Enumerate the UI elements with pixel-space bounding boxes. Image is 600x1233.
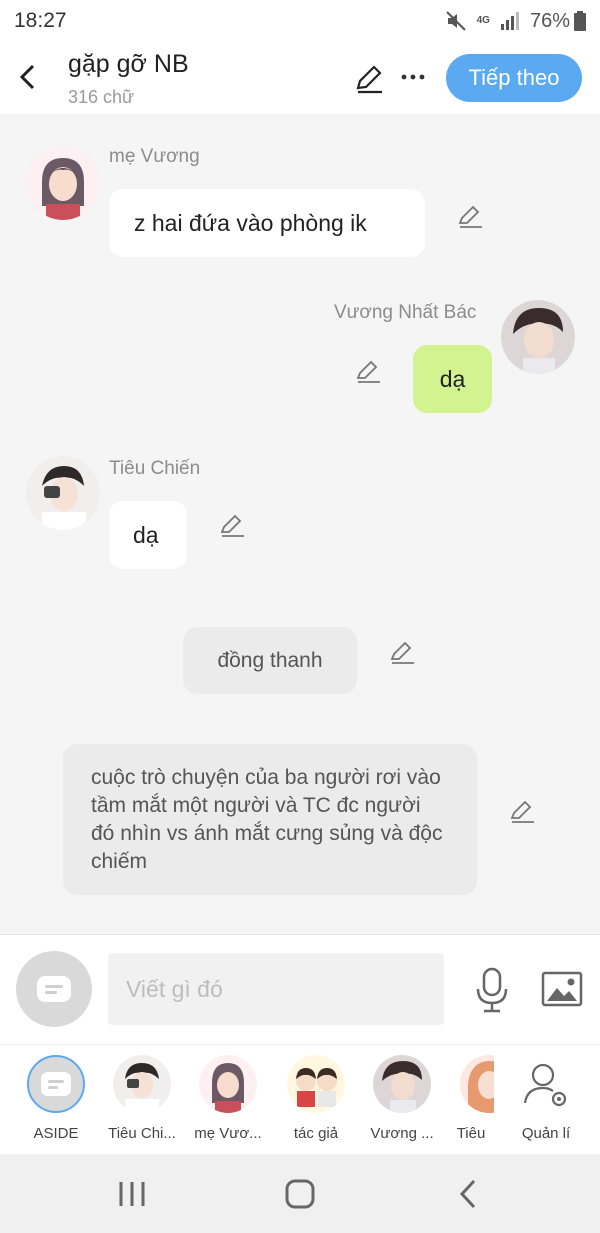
manage-characters-button[interactable]: Quản lí [506,1055,586,1142]
status-time: 18:27 [14,9,67,32]
image-icon [541,971,583,1007]
aside-toggle-button[interactable] [16,951,92,1027]
pencil-icon [356,65,382,94]
recents-button[interactable] [112,1176,152,1212]
message-bubble[interactable]: dạ [109,501,187,569]
avatar [460,1055,494,1113]
mute-icon [445,10,467,32]
message-bubble[interactable]: dạ [413,345,492,413]
battery-icon [574,11,586,31]
character-label: tác giả [293,1125,339,1142]
word-count: 316 chữ [68,87,135,107]
character-vuong-nhat-bac[interactable]: Vương ... [362,1055,442,1142]
character-label: Tiêu [456,1125,486,1142]
mic-button[interactable] [472,967,512,1013]
character-tieu-chien[interactable]: Tiêu Chi... [102,1055,182,1142]
character-aside[interactable]: ASIDE [16,1055,96,1142]
pencil-icon [510,800,534,823]
composer [0,934,600,1044]
mic-icon [476,967,508,1013]
message-input[interactable] [108,953,444,1025]
battery: 76% [530,10,586,33]
sender-name: mẹ Vương [109,146,200,167]
character-label: Quản lí [521,1125,571,1142]
character-me-vuong[interactable]: mẹ Vươ... [188,1055,268,1142]
home-button[interactable] [280,1176,320,1212]
character-label: Tiêu Chi... [108,1125,176,1142]
avatar-tieu-chien[interactable] [26,456,100,530]
system-nav-bar [0,1154,600,1233]
next-button[interactable]: Tiếp theo [446,54,582,102]
avatar-vuong-nhat-bac[interactable] [501,300,575,374]
header: gặp gỡ NB 316 chữ Tiếp theo [0,42,600,114]
avatar [113,1055,171,1113]
character-tieu[interactable]: Tiêu [448,1055,494,1142]
edit-message-button[interactable] [508,798,536,826]
sender-name: Tiêu Chiến [109,458,201,479]
pencil-icon [390,641,414,664]
manage-avatar [517,1055,575,1113]
character-label: ASIDE [33,1125,79,1142]
avatar [373,1055,431,1113]
character-tac-gia[interactable]: tác giả [276,1055,356,1142]
pencil-icon [458,205,482,228]
aside-bubble[interactable]: đồng thanh [183,627,357,694]
more-button[interactable] [398,62,428,92]
aside-bubble[interactable]: cuộc trò chuyện của ba người rơi vào tầm… [63,744,477,895]
aside-icon [37,976,71,1002]
manage-icon [523,1063,567,1107]
nav-back-button[interactable] [448,1176,488,1212]
signal-icon [500,12,520,30]
edit-message-button[interactable] [354,358,382,386]
battery-level: 76% [529,9,570,32]
story-title: gặp gỡ NB [68,50,189,78]
character-label: Vương ... [370,1125,434,1142]
character-label: mẹ Vươ... [194,1125,262,1142]
more-icon [401,74,425,80]
chat-area[interactable]: mẹ Vương z hai đứa vào phòng ik Vương Nh… [0,114,600,934]
image-button[interactable] [540,969,584,1009]
network-type: 4G [476,15,490,26]
edit-message-button[interactable] [218,512,246,540]
home-icon [285,1179,315,1209]
edit-message-button[interactable] [388,639,416,667]
character-bar: ASIDE Tiêu Chi... mẹ Vươ... tác giả Vươn… [0,1044,600,1154]
pencil-icon [356,360,380,383]
pencil-icon [220,514,244,537]
message-bubble[interactable]: z hai đứa vào phòng ik [109,189,425,257]
aside-avatar [27,1055,85,1113]
avatar [287,1055,345,1113]
nav-back-icon [459,1179,476,1209]
avatar [199,1055,257,1113]
sender-name: Vương Nhất Bác [334,302,477,323]
avatar-me-vuong[interactable] [26,146,100,220]
edit-message-button[interactable] [456,203,484,231]
edit-title-button[interactable] [352,62,386,96]
aside-icon [41,1072,71,1096]
status-icons: 4G 76% [445,10,586,33]
status-bar: 18:27 4G 76% [0,0,600,42]
back-icon [19,64,35,90]
back-button[interactable] [12,58,42,96]
recents-icon [119,1182,145,1206]
